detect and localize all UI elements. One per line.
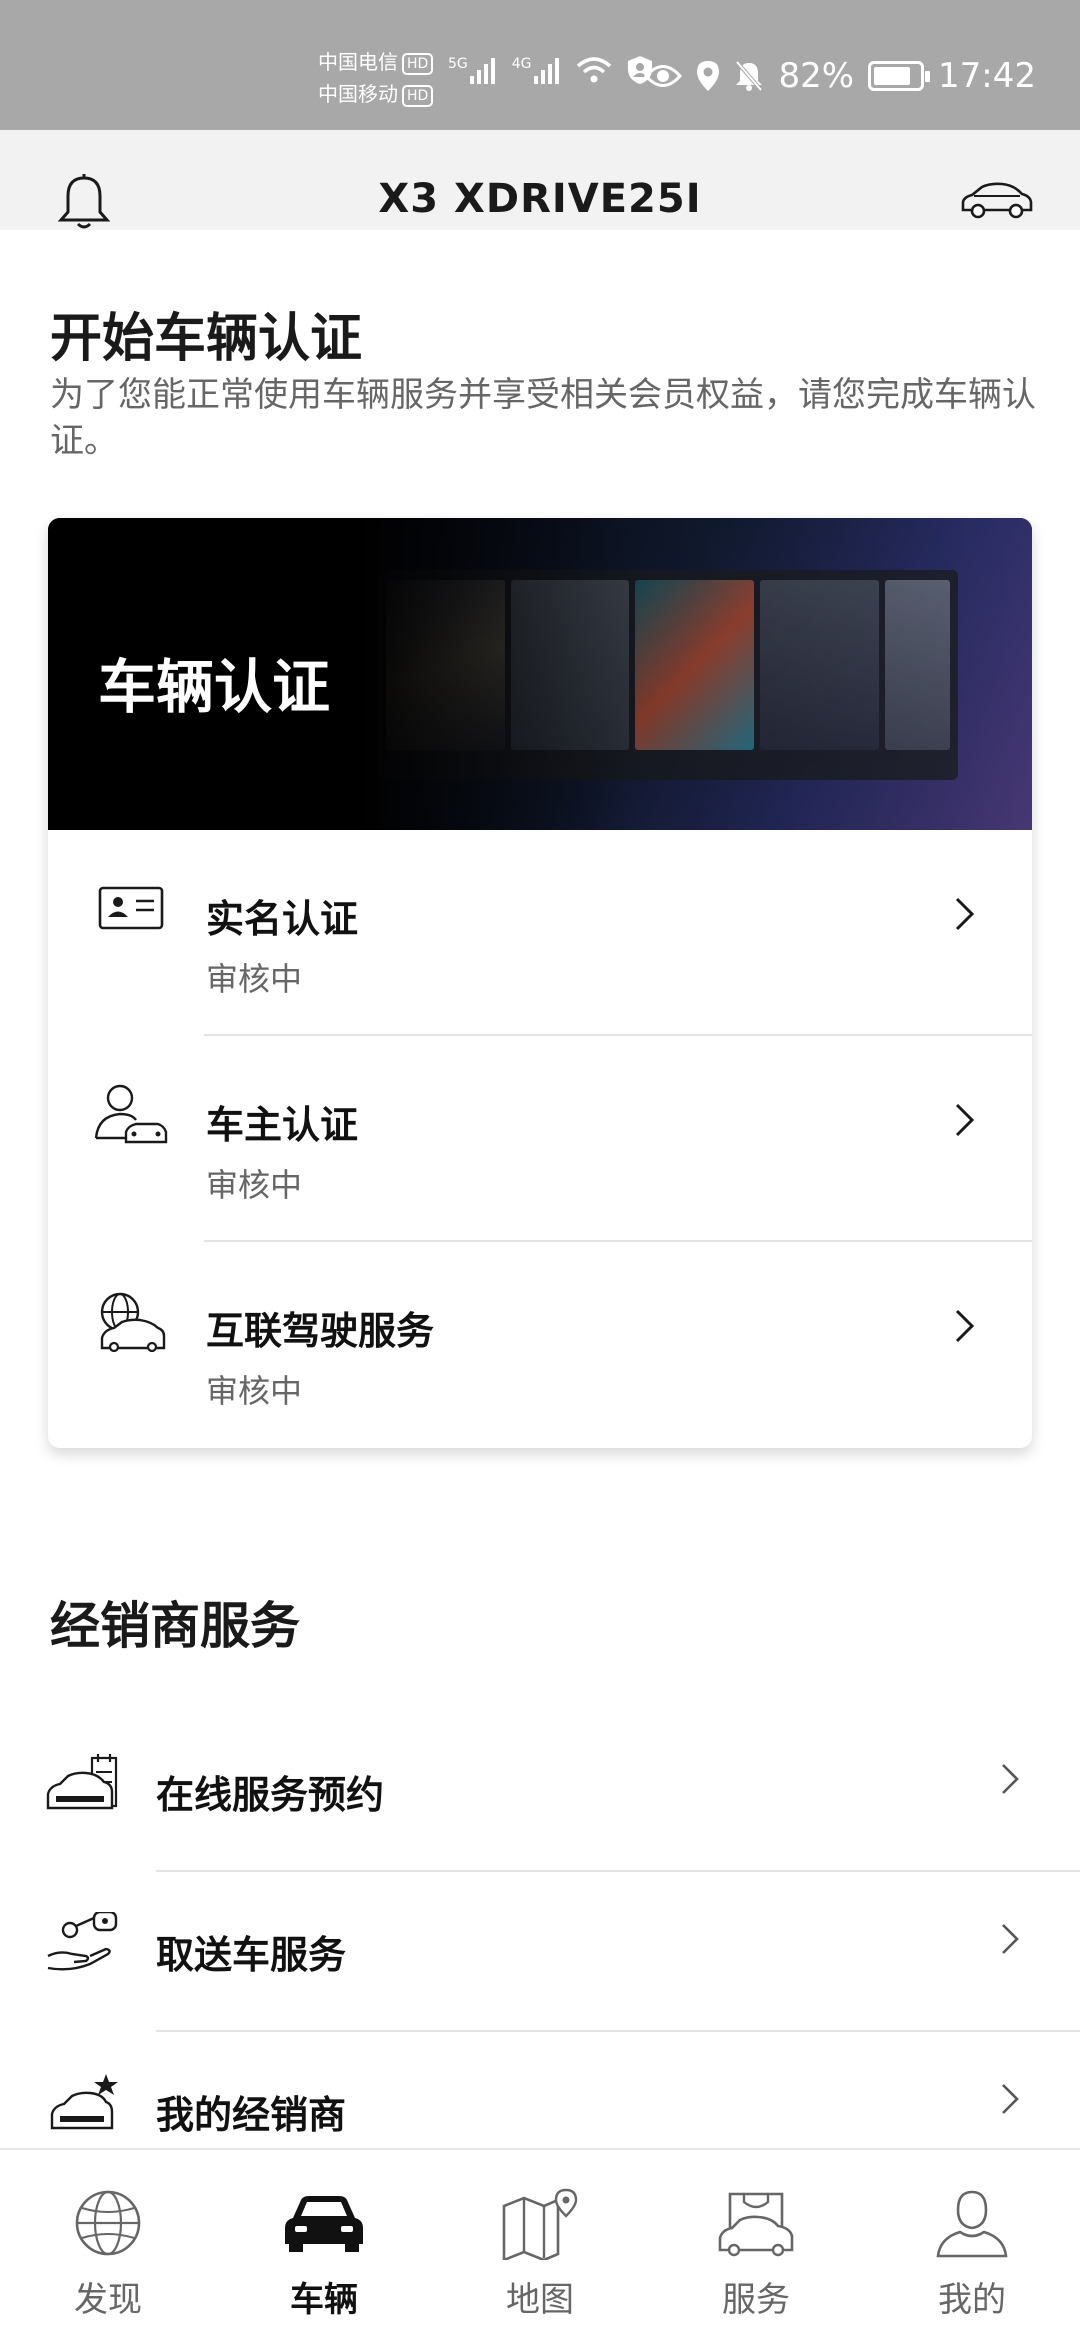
chevron-right-icon [1002,1924,1019,1954]
verify-row-owner[interactable]: 车主认证 审核中 [48,1036,1032,1242]
chevron-right-icon [955,897,975,931]
nav-label: 车辆 [290,2280,358,2320]
banner-title: 车辆认证 [98,653,331,721]
verify-label: 车主认证 [206,1103,359,1147]
car-outline-icon[interactable] [960,180,1034,222]
map-icon [502,2188,578,2260]
verification-banner: 车辆认证 [48,518,1032,830]
car-front-icon [285,2196,363,2252]
bell-muted-icon [735,60,763,92]
dealer-row-online-booking[interactable]: 在线服务预约 [0,1712,1080,1872]
location-icon [697,61,720,91]
hd-badge-1: HD [402,52,434,75]
dealer-row-pickup-delivery[interactable]: 取送车服务 [0,1872,1080,2032]
nav-tab-service[interactable]: 服务 [648,2150,864,2340]
verify-status: 审核中 [206,960,303,998]
nav-tab-me[interactable]: 我的 [864,2150,1080,2340]
dealer-row-my-dealer[interactable]: 我的经销商 [0,2032,1080,2148]
verify-row-real-name[interactable]: 实名认证 审核中 [48,830,1032,1036]
wifi-icon [576,57,611,83]
vehicle-title[interactable]: X3 XDRIVE25I [0,176,1080,222]
verify-label: 实名认证 [206,897,359,941]
id-card-icon [98,886,164,930]
status-icons: 5G 4G [448,55,654,85]
verify-status: 审核中 [206,1372,303,1410]
verification-card: 车辆认证 实名认证 审核中 车主认证 审核中 互联驾驶服务 审核中 [48,518,1032,1448]
nav-label: 发现 [74,2280,142,2320]
net-label-1: 5G [448,56,468,72]
globe-icon [75,2190,141,2256]
chevron-right-icon [955,1309,975,1343]
dealer-label: 我的经销商 [156,2093,347,2137]
intro-title: 开始车辆认证 [50,309,363,369]
chevron-right-icon [955,1103,975,1137]
dealer-label: 取送车服务 [156,1933,347,1977]
owner-car-icon [94,1084,168,1144]
carrier-1: 中国电信 [318,50,398,74]
key-handover-icon [47,1912,118,1971]
car-calendar-icon [46,1754,118,1810]
nav-tab-map[interactable]: 地图 [432,2150,648,2340]
nav-label: 地图 [506,2280,574,2320]
app-header: X3 XDRIVE25I [0,130,1080,230]
verify-label: 互联驾驶服务 [206,1309,435,1353]
chevron-right-icon [1002,2084,1019,2114]
nav-tab-vehicle[interactable]: 车辆 [216,2150,432,2340]
nav-label: 我的 [938,2280,1006,2320]
service-bag-icon [718,2192,794,2257]
carrier-2: 中国移动 [318,82,398,106]
status-bar: 中国电信 HD 中国移动 HD 5G 4G 82% 17:42 [0,0,1080,130]
dealer-section-title: 经销商服务 [50,1597,300,1655]
carrier-info: 中国电信 HD 中国移动 HD [318,46,434,110]
globe-car-icon [100,1292,166,1352]
car-star-icon [50,2074,118,2130]
nav-tab-discover[interactable]: 发现 [0,2150,216,2340]
signal-5g-icon: 5G [448,56,498,84]
hd-badge-2: HD [402,84,434,107]
verify-row-connected-drive[interactable]: 互联驾驶服务 审核中 [48,1242,1032,1448]
signal-4g-icon: 4G [512,56,562,84]
chevron-right-icon [1002,1764,1019,1794]
net-label-2: 4G [511,56,532,72]
nav-label: 服务 [722,2280,790,2320]
dealer-label: 在线服务预约 [156,1773,385,1817]
battery-fill [874,67,911,85]
intro-description: 为了您能正常使用车辆服务并享受相关会员权益，请您完成车辆认证。 [50,375,1036,461]
status-right: 82% 17:42 [644,56,1036,96]
profile-icon [936,2190,1008,2258]
eye-icon [644,65,683,87]
bottom-navigation: 发现 车辆 地图 服务 我的 [0,2148,1080,2340]
battery-icon [868,61,931,91]
verify-status: 审核中 [206,1166,303,1204]
clock: 17:42 [938,56,1036,96]
battery-percent: 82% [778,56,855,96]
